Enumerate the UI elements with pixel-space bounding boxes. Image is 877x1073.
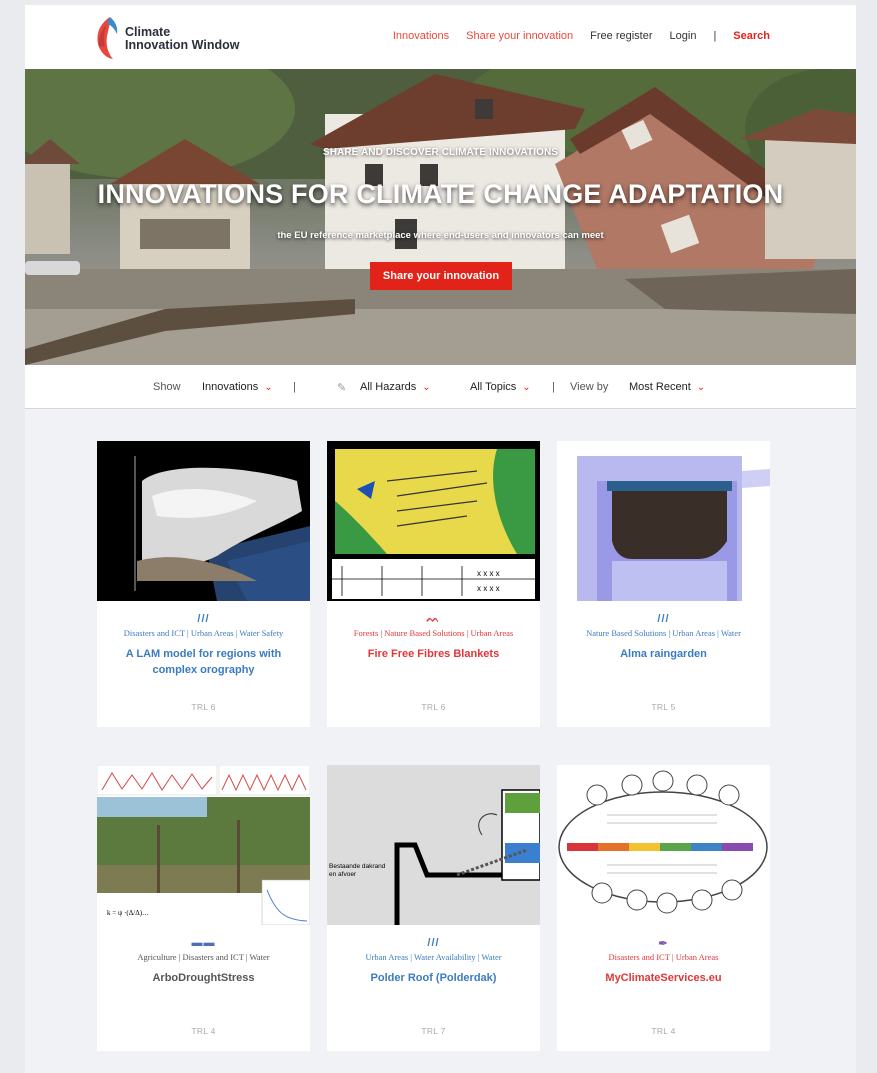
hazards-dropdown-value: All Hazards <box>360 381 417 393</box>
nav-separator: | <box>713 30 717 42</box>
card-trl: TRL 4 <box>651 1026 676 1036</box>
site-logo[interactable]: Climate Innovation Window <box>95 14 255 60</box>
hero-kicker: SHARE AND DISCOVER CLIMATE INNOVATIONS <box>322 147 559 158</box>
hero-title: INNOVATIONS FOR CLIMATE CHANGE ADAPTATIO… <box>97 179 784 209</box>
show-dropdown[interactable]: Innovations ⌄ <box>202 381 273 393</box>
site-header: Climate Innovation Window Innovations Sh… <box>25 5 856 69</box>
svg-text:x x x x: x x x x <box>477 569 500 578</box>
card-tags: Disasters and ICT | Urban Areas <box>608 952 719 962</box>
hazard-icon: ✒ <box>658 938 669 950</box>
filter-separator: | <box>293 381 296 393</box>
topics-dropdown-value: All Topics <box>470 381 517 393</box>
card-thumbnail <box>557 765 770 925</box>
fire-hazard-icon: ᨓ <box>426 613 441 625</box>
hero-flood-image <box>25 69 856 365</box>
nav-share-innovation[interactable]: Share your innovation <box>466 30 573 42</box>
show-dropdown-value: Innovations <box>202 381 259 393</box>
innovation-card[interactable]: ✒ Disasters and ICT | Urban Areas MyClim… <box>557 765 770 1051</box>
card-thumbnail: x x x x x x x x <box>327 441 540 601</box>
card-trl: TRL 6 <box>191 702 216 712</box>
hazard-icon: /// <box>197 613 210 625</box>
innovation-card[interactable]: x x x x x x x x ᨓ Forests | Nature Based… <box>327 441 540 727</box>
card-tags: Disasters and ICT | Urban Areas | Water … <box>123 628 284 638</box>
logo-line-2: Innovation Window <box>125 38 240 52</box>
show-label: Show <box>153 381 181 393</box>
card-title[interactable]: A LAM model for regions with complex oro… <box>107 647 300 678</box>
card-trl: TRL 7 <box>421 1026 446 1036</box>
hero-subtitle: the EU reference marketplace where end-u… <box>277 230 604 241</box>
hazard-icon: /// <box>427 937 440 949</box>
svg-text:k = ψ ·(Δ/Δ)…: k = ψ ·(Δ/Δ)… <box>107 909 149 917</box>
card-trl: TRL 5 <box>651 702 676 712</box>
svg-text:x x x x: x x x x <box>477 584 500 593</box>
card-tags: Urban Areas | Water Availability | Water <box>365 952 502 962</box>
sort-dropdown-value: Most Recent <box>629 381 691 393</box>
card-trl: TRL 4 <box>191 1026 216 1036</box>
chevron-down-icon: ⌄ <box>696 382 706 393</box>
innovation-card[interactable]: k = ψ ·(Δ/Δ)… ▬▬ Agriculture | Disasters… <box>97 765 310 1051</box>
card-thumbnail <box>557 441 770 601</box>
hazards-dropdown[interactable]: All Hazards ⌄ <box>360 381 431 393</box>
card-trl: TRL 6 <box>421 702 446 712</box>
card-tags: Forests | Nature Based Solutions | Urban… <box>353 628 514 638</box>
card-title[interactable]: Fire Free Fibres Blankets <box>337 647 530 663</box>
card-title[interactable]: ArboDroughtStress <box>107 971 300 987</box>
chevron-down-icon: ⌄ <box>522 382 531 393</box>
page-frame: Climate Innovation Window Innovations Sh… <box>25 5 856 1073</box>
card-thumbnail: k = ψ ·(Δ/Δ)… <box>97 765 310 925</box>
pencil-icon: ✎ <box>337 382 347 394</box>
hazard-icon: /// <box>657 613 670 625</box>
polder-diagram-label: Bestaande dakrand en afvoer <box>329 863 385 879</box>
logo-text: Climate Innovation Window <box>125 26 239 52</box>
innovation-card[interactable]: /// Nature Based Solutions | Urban Areas… <box>557 441 770 727</box>
topics-dropdown[interactable]: All Topics ⌄ <box>470 381 531 393</box>
filter-bar: Show Innovations ⌄ | ✎ All Hazards ⌄ All T… <box>25 365 856 409</box>
innovation-card[interactable]: Bestaande dakrand en afvoer /// Urban Ar… <box>327 765 540 1051</box>
sort-dropdown[interactable]: Most Recent ⌄ <box>629 381 705 393</box>
polder-label-line-2: en afvoer <box>329 871 357 878</box>
share-innovation-button[interactable]: Share your innovation <box>370 262 512 290</box>
view-by-label: View by <box>570 381 609 393</box>
card-thumbnail: Bestaande dakrand en afvoer <box>327 765 540 925</box>
logo-mark-icon <box>97 17 118 59</box>
card-tags: Nature Based Solutions | Urban Areas | W… <box>586 628 741 638</box>
nav-innovations[interactable]: Innovations <box>393 30 449 42</box>
card-tags: Agriculture | Disasters and ICT | Water <box>137 952 270 962</box>
main-nav: Innovations Share your innovation Free r… <box>376 30 770 42</box>
drought-hazard-icon: ▬▬ <box>191 937 216 949</box>
innovation-card[interactable]: /// Disasters and ICT | Urban Areas | Wa… <box>97 441 310 727</box>
nav-login[interactable]: Login <box>670 30 697 42</box>
polder-label-line-1: Bestaande dakrand <box>329 863 386 870</box>
chevron-down-icon: ⌄ <box>422 382 431 393</box>
chevron-down-icon: ⌄ <box>264 382 273 393</box>
nav-search[interactable]: Search <box>733 30 770 42</box>
filter-separator: | <box>552 381 555 393</box>
card-thumbnail <box>97 441 310 601</box>
card-title[interactable]: Polder Roof (Polderdak) <box>337 971 530 987</box>
card-title[interactable]: MyClimateServices.eu <box>567 971 760 987</box>
hero-banner: SHARE AND DISCOVER CLIMATE INNOVATIONS I… <box>25 69 856 365</box>
card-title[interactable]: Alma raingarden <box>567 647 760 663</box>
nav-free-register[interactable]: Free register <box>590 30 652 42</box>
